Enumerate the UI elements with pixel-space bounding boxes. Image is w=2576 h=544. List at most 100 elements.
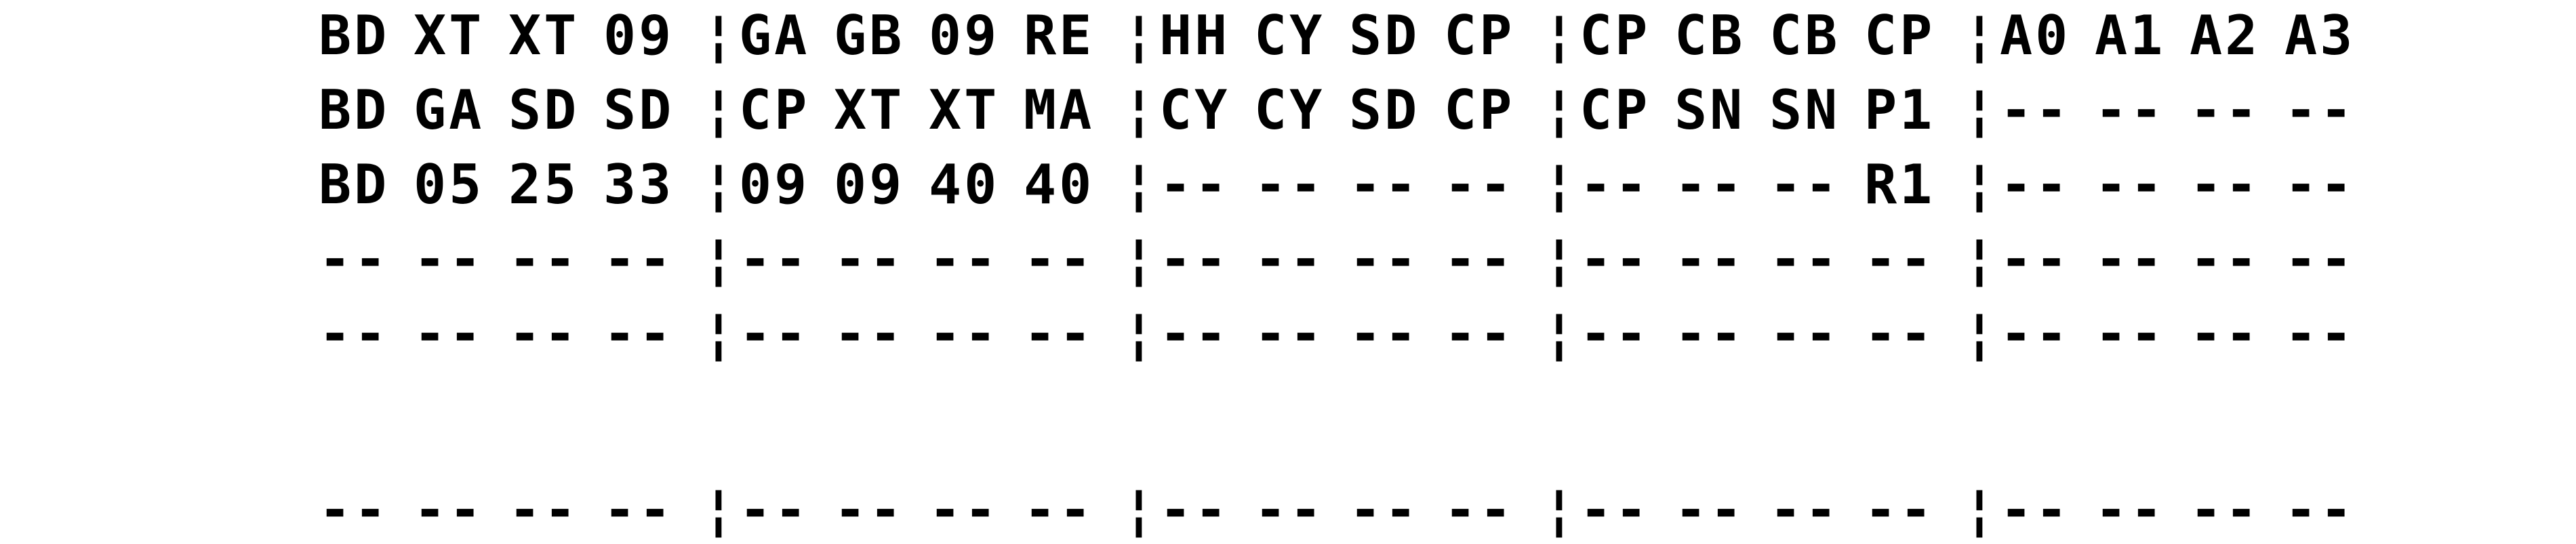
grid-cell: GA xyxy=(414,79,485,142)
grid-cell: -- xyxy=(1864,302,1935,365)
group-separator: ¦ xyxy=(1542,228,1576,291)
grid-cell: -- xyxy=(929,302,1000,365)
grid-cell: CY xyxy=(1254,4,1325,67)
grid-cell: SD xyxy=(603,79,675,142)
group-separator: ¦ xyxy=(1122,302,1156,365)
group-separator: ¦ xyxy=(1963,4,1996,67)
grid-cell: CY xyxy=(1159,79,1230,142)
grid-cell: -- xyxy=(2190,228,2261,291)
group-separator: ¦ xyxy=(1122,153,1156,216)
grid-cell: -- xyxy=(319,302,390,365)
grid-cell: 05 xyxy=(414,153,485,216)
grid-cell: XT xyxy=(929,79,1000,142)
grid-cell: -- xyxy=(1864,228,1935,291)
grid-cell: -- xyxy=(1674,478,1746,541)
grid-cell: -- xyxy=(1254,478,1325,541)
grid-cell: -- xyxy=(1159,153,1230,216)
grid-cell: -- xyxy=(834,302,905,365)
grid-cell: SN xyxy=(1769,79,1840,142)
grid-cell: SD xyxy=(1349,4,1420,67)
grid-cell: -- xyxy=(1674,228,1746,291)
group-separator: ¦ xyxy=(702,153,736,216)
grid-cell: -- xyxy=(2000,302,2071,365)
grid-row: BD 05 25 33 ¦ 09 09 40 40 ¦ -- -- -- -- … xyxy=(319,151,2379,219)
grid-cell: CB xyxy=(1674,4,1746,67)
grid-cell: -- xyxy=(834,478,905,541)
grid-cell: -- xyxy=(1349,478,1420,541)
grid-cell: -- xyxy=(1254,228,1325,291)
grid-cell: XT xyxy=(414,4,485,67)
grid-cell: -- xyxy=(1159,228,1230,291)
cell-group: CP XT XT MA xyxy=(739,77,1119,144)
grid-cell: -- xyxy=(2095,302,2166,365)
cell-group: -- -- -- -- xyxy=(1159,226,1539,293)
cell-group: 09 09 40 40 xyxy=(739,151,1119,219)
cell-group: -- -- -- -- xyxy=(2000,77,2379,144)
cell-group: -- -- -- -- xyxy=(739,226,1119,293)
grid-cell: -- xyxy=(1769,228,1840,291)
grid-cell: -- xyxy=(603,228,675,291)
grid-cell: A0 xyxy=(2000,4,2071,67)
grid-cell: CP xyxy=(1864,4,1935,67)
grid-cell: SN xyxy=(1674,79,1746,142)
grid-cell: 33 xyxy=(603,153,675,216)
cell-group: -- -- -- -- xyxy=(1159,151,1539,219)
grid-cell: -- xyxy=(1579,228,1651,291)
grid-cell: 09 xyxy=(929,4,1000,67)
group-separator: ¦ xyxy=(702,302,736,365)
grid-cell: CP xyxy=(1444,79,1515,142)
cell-group: -- -- -- -- xyxy=(2000,476,2379,544)
group-separator: ¦ xyxy=(1122,228,1156,291)
grid-cell: -- xyxy=(1024,478,1095,541)
group-separator: ¦ xyxy=(1122,4,1156,67)
grid-cell: -- xyxy=(1864,478,1935,541)
group-separator: ¦ xyxy=(1963,228,1996,291)
grid-cell: -- xyxy=(1349,228,1420,291)
grid-cell: -- xyxy=(2095,478,2166,541)
group-separator: ¦ xyxy=(1542,79,1576,142)
grid-cell: SD xyxy=(1349,79,1420,142)
grid-cell: A1 xyxy=(2095,4,2166,67)
grid-cell: -- xyxy=(1159,478,1230,541)
grid-cell: GA xyxy=(739,4,810,67)
grid-cell: -- xyxy=(414,302,485,365)
grid-cell: -- xyxy=(739,228,810,291)
grid-cell: -- xyxy=(929,228,1000,291)
grid-cell: -- xyxy=(1579,153,1651,216)
cell-group: CY CY SD CP xyxy=(1159,77,1539,144)
grid-cell: 09 xyxy=(603,4,675,67)
cell-group: HH CY SD CP xyxy=(1159,2,1539,70)
grid-cell: CB xyxy=(1769,4,1840,67)
grid-cell: -- xyxy=(2095,153,2166,216)
group-separator: ¦ xyxy=(1963,153,1996,216)
grid-row: -- -- -- -- ¦ -- -- -- -- ¦ -- -- -- -- … xyxy=(319,476,2379,544)
grid-cell: -- xyxy=(2190,153,2261,216)
group-separator: ¦ xyxy=(702,4,736,67)
grid-cell: -- xyxy=(1349,153,1420,216)
grid-cell: -- xyxy=(2095,79,2166,142)
cell-group: CP CB CB CP xyxy=(1579,2,1959,70)
grid-cell: P1 xyxy=(1864,79,1935,142)
cell-group: -- -- -- -- xyxy=(739,300,1119,368)
grid-cell: -- xyxy=(2285,228,2356,291)
grid-cell: -- xyxy=(319,228,390,291)
cell-group: BD 05 25 33 xyxy=(319,151,698,219)
grid-cell: -- xyxy=(508,228,580,291)
grid-cell: -- xyxy=(2000,228,2071,291)
grid-cell: -- xyxy=(739,478,810,541)
grid-cell: -- xyxy=(603,478,675,541)
group-separator: ¦ xyxy=(1122,478,1156,541)
grid-cell: -- xyxy=(2285,302,2356,365)
grid-cell: A3 xyxy=(2285,4,2356,67)
grid-cell: -- xyxy=(508,478,580,541)
grid-row: -- -- -- -- ¦ -- -- -- -- ¦ -- -- -- -- … xyxy=(319,300,2379,368)
grid-cell: -- xyxy=(1024,228,1095,291)
grid-cell: -- xyxy=(1769,153,1840,216)
grid-cell: -- xyxy=(1674,302,1746,365)
cell-group: A0 A1 A2 A3 xyxy=(2000,2,2379,70)
grid-cell: -- xyxy=(2285,478,2356,541)
cell-group: -- -- -- -- xyxy=(2000,226,2379,293)
cell-group: -- -- -- -- xyxy=(739,476,1119,544)
grid-cell: -- xyxy=(603,302,675,365)
grid-cell: -- xyxy=(508,302,580,365)
